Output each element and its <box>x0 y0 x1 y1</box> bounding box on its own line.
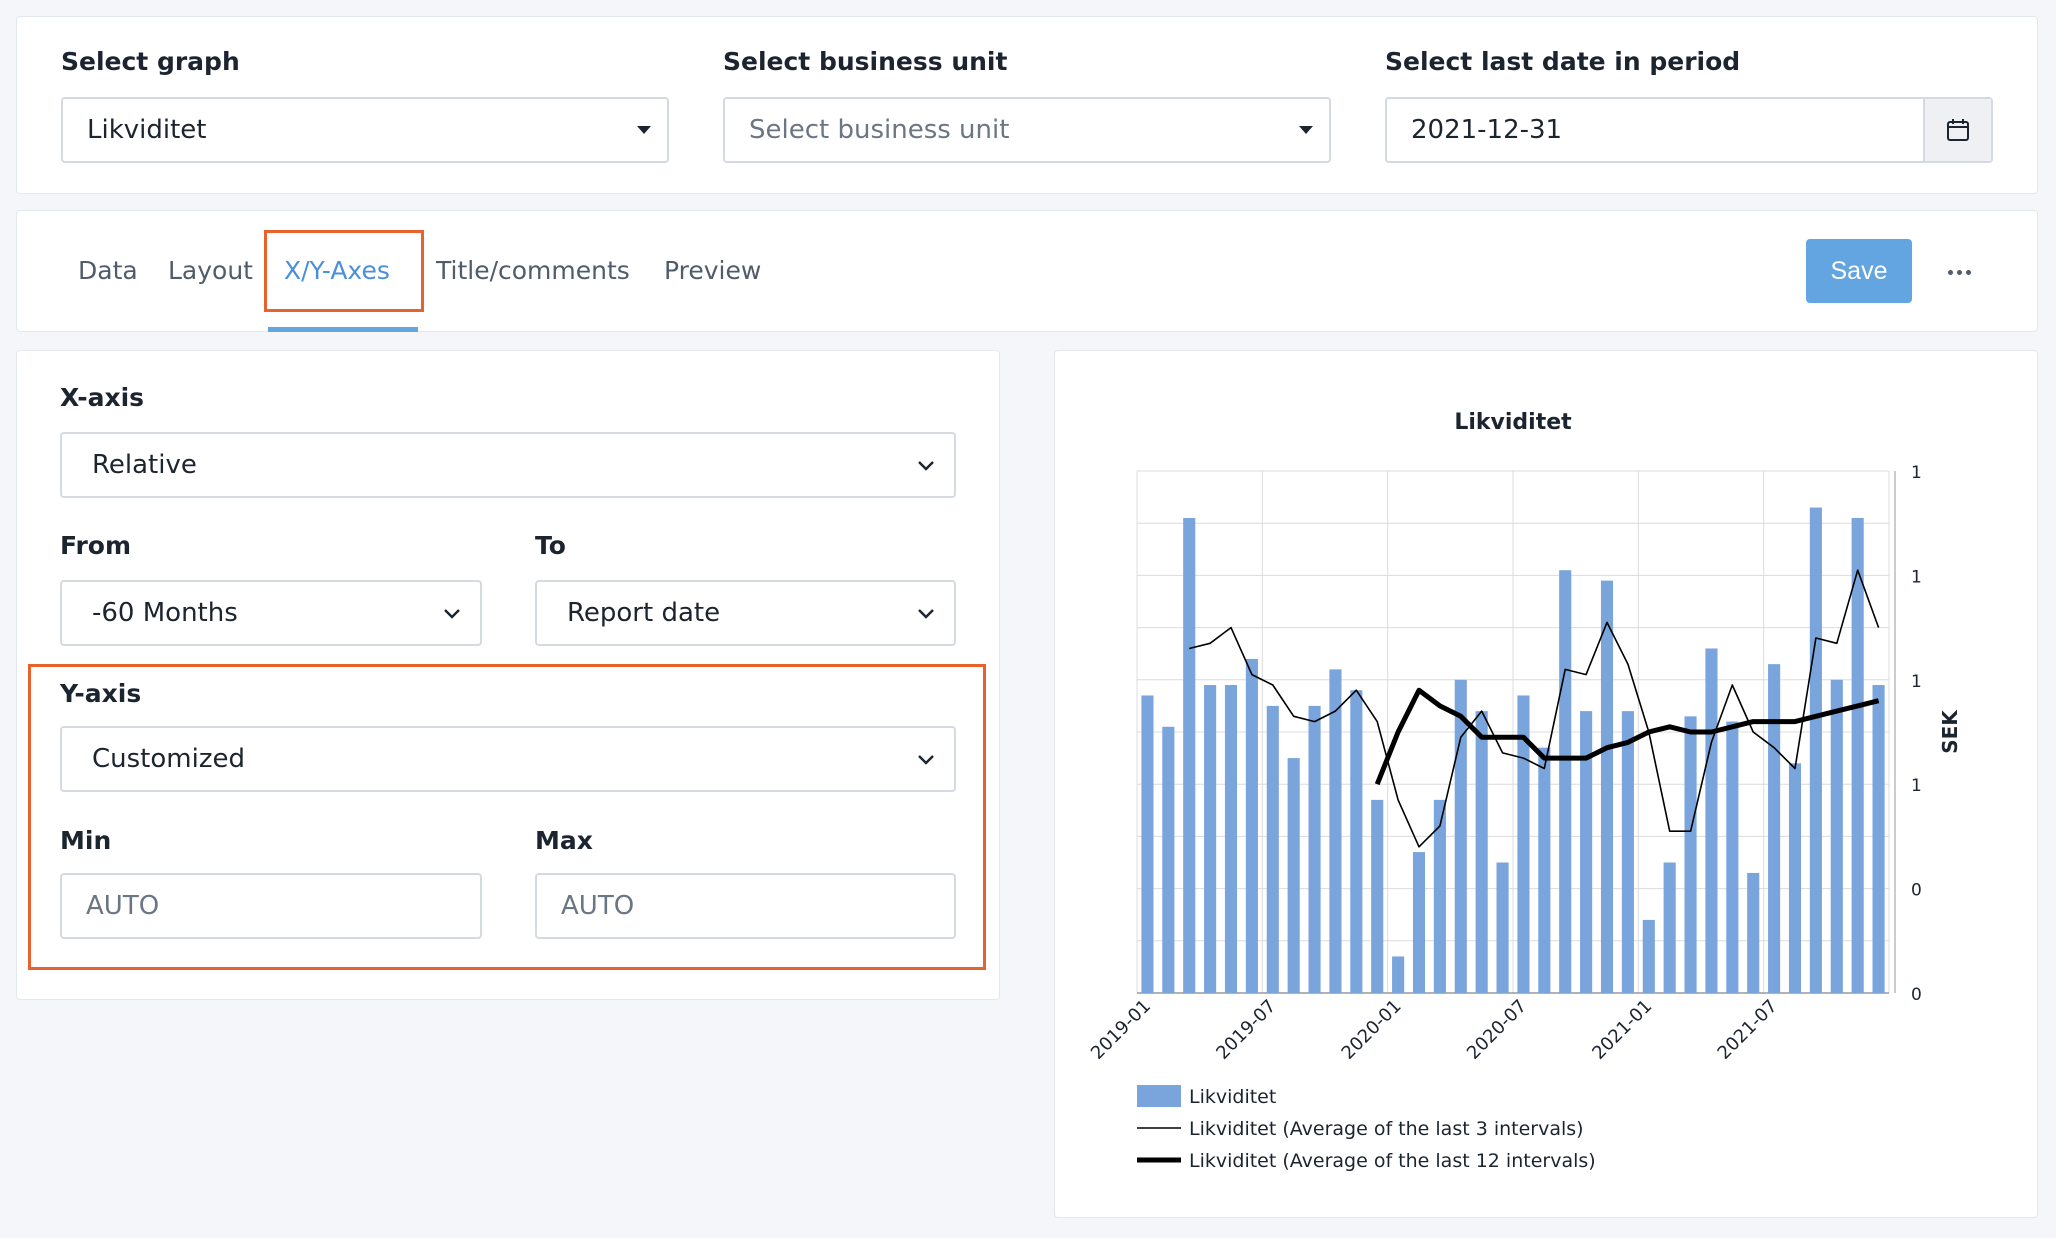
bar-likviditet <box>1412 852 1426 993</box>
min-label: Min <box>60 826 112 855</box>
bar-likviditet <box>1287 758 1300 993</box>
bar-likviditet <box>1308 705 1321 993</box>
chevron-down-icon <box>444 609 460 619</box>
max-placeholder: AUTO <box>561 891 635 921</box>
tab-title-comments[interactable]: Title/comments <box>436 256 630 285</box>
save-button[interactable]: Save <box>1806 239 1912 303</box>
x-axis-label: X-axis <box>60 383 145 412</box>
y-tick-label: 1 <box>1911 776 1922 796</box>
last-date-value: 2021-12-31 <box>1411 115 1563 145</box>
bar-likviditet <box>1392 956 1405 993</box>
y-axis-label: Y-axis <box>60 679 142 708</box>
last-date-input[interactable]: 2021-12-31 <box>1385 97 1993 163</box>
legend-bar-swatch <box>1137 1085 1181 1107</box>
bar-likviditet <box>1600 580 1614 993</box>
bar-likviditet <box>1705 648 1718 993</box>
likviditet-chart: Likviditet 0 0 1 1 1 1 SEK 2019-01 2019-07 2020-01… <box>1087 410 1962 1172</box>
bar-likviditet <box>1245 658 1258 993</box>
legend-label: Likviditet (Average of the last 3 interv… <box>1189 1118 1584 1140</box>
y-axis-select[interactable]: Customized <box>60 726 956 792</box>
y-tick-label: 1 <box>1911 463 1922 483</box>
x-tick-label: 2021-07 <box>1714 996 1782 1064</box>
x-tick-label: 2019-01 <box>1087 996 1155 1064</box>
bar-likviditet <box>1204 685 1217 993</box>
tab-layout[interactable]: Layout <box>168 256 253 285</box>
bar-likviditet <box>1433 799 1446 993</box>
caret-down-icon <box>1299 126 1313 134</box>
bar-likviditet <box>1496 862 1509 993</box>
x-tick-label: 2019-07 <box>1212 996 1280 1064</box>
bar-likviditet <box>1684 716 1697 993</box>
y-axis-value: Customized <box>92 744 245 774</box>
x-tick-label: 2021-01 <box>1588 996 1656 1064</box>
from-select[interactable]: -60 Months <box>60 580 482 646</box>
axes-tab-highlight <box>264 230 424 312</box>
to-select[interactable]: Report date <box>535 580 956 646</box>
bar-likviditet <box>1851 517 1864 993</box>
bar-likviditet <box>1642 919 1655 993</box>
from-value: -60 Months <box>92 598 238 628</box>
bar-likviditet <box>1872 685 1885 993</box>
min-input[interactable]: AUTO <box>60 873 482 939</box>
y-tick-label: 0 <box>1911 881 1922 901</box>
from-label: From <box>60 531 132 560</box>
bar-likviditet <box>1224 685 1238 993</box>
business-unit-label: Select business unit <box>723 47 1008 76</box>
chart-panel: Likviditet 0 0 1 1 1 1 SEK 2019-01 2019-07 2020-01… <box>1054 350 2038 1218</box>
bar-likviditet <box>1371 799 1384 993</box>
legend-label: Likviditet (Average of the last 12 inter… <box>1189 1150 1596 1172</box>
x-axis-value: Relative <box>92 450 197 480</box>
bar-likviditet <box>1768 664 1781 993</box>
filter-panel: Select graph Likviditet Select business … <box>16 16 2038 194</box>
active-tab-underline <box>268 327 418 332</box>
graph-select[interactable]: Likviditet <box>61 97 669 163</box>
bar-likviditet <box>1329 669 1342 993</box>
bar-likviditet <box>1350 690 1363 993</box>
bar-likviditet <box>1788 763 1802 993</box>
max-input[interactable]: AUTO <box>535 873 956 939</box>
bar-likviditet <box>1747 872 1760 993</box>
x-tick-label: 2020-07 <box>1463 996 1531 1064</box>
bar-likviditet <box>1559 570 1572 993</box>
chevron-down-icon <box>918 609 934 619</box>
chart-title: Likviditet <box>1454 410 1572 435</box>
to-label: To <box>535 531 566 560</box>
to-value: Report date <box>567 598 721 628</box>
last-date-label: Select last date in period <box>1385 47 1741 76</box>
x-tick-label: 2020-01 <box>1338 996 1406 1064</box>
y-tick-label: 1 <box>1911 567 1922 587</box>
caret-down-icon <box>637 126 651 134</box>
chevron-down-icon <box>918 755 934 765</box>
bar-likviditet <box>1726 721 1739 993</box>
tab-preview[interactable]: Preview <box>664 256 761 285</box>
business-unit-select[interactable]: Select business unit <box>723 97 1331 163</box>
bar-likviditet <box>1538 747 1551 993</box>
graph-label: Select graph <box>61 47 240 76</box>
x-axis-select[interactable]: Relative <box>60 432 956 498</box>
bar-likviditet <box>1183 517 1196 993</box>
bar-likviditet <box>1809 507 1822 993</box>
min-placeholder: AUTO <box>86 891 160 921</box>
calendar-icon <box>1947 119 1969 141</box>
bar-likviditet <box>1266 705 1279 993</box>
bar-likviditet <box>1162 726 1175 993</box>
graph-select-value: Likviditet <box>87 115 207 145</box>
ellipsis-icon[interactable] <box>1944 262 1974 282</box>
bar-likviditet <box>1830 679 1843 993</box>
y-tick-label: 1 <box>1911 672 1922 692</box>
legend-label: Likviditet <box>1189 1086 1276 1108</box>
bar-likviditet <box>1621 711 1634 993</box>
business-unit-placeholder: Select business unit <box>749 115 1010 145</box>
max-label: Max <box>535 826 593 855</box>
bar-likviditet <box>1663 862 1676 993</box>
bar-likviditet <box>1454 679 1467 993</box>
y-tick-label: 0 <box>1911 985 1922 1005</box>
calendar-button[interactable] <box>1923 99 1991 161</box>
tab-data[interactable]: Data <box>78 256 138 285</box>
bar-likviditet <box>1475 711 1488 993</box>
bar-likviditet <box>1141 695 1154 993</box>
chevron-down-icon <box>918 461 934 471</box>
y-axis-label: SEK <box>1938 709 1962 754</box>
